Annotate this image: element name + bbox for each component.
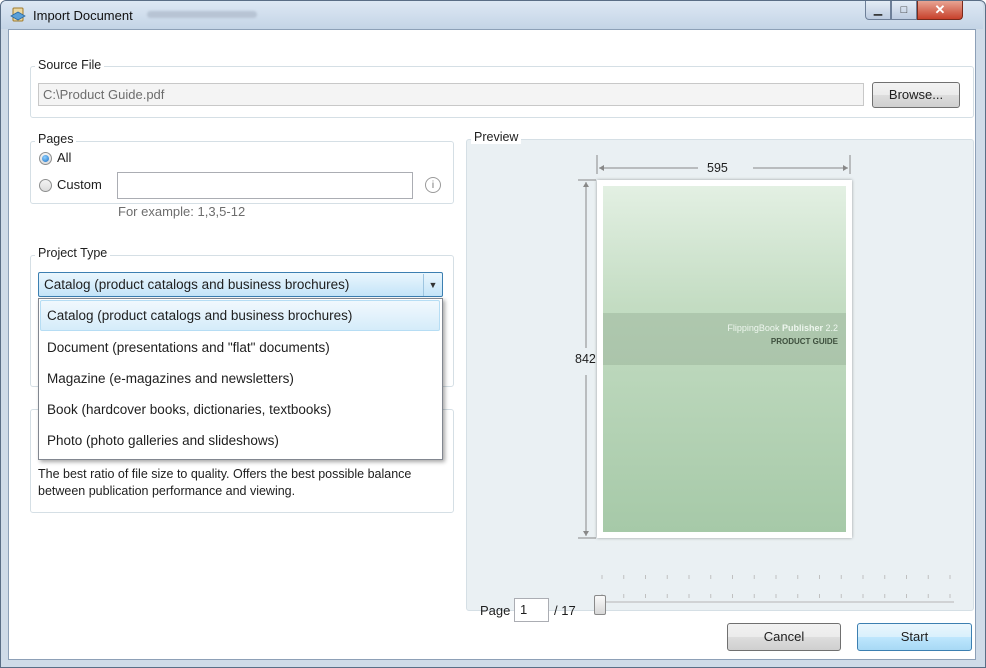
project-type-option-catalog[interactable]: Catalog (product catalogs and business b… <box>40 300 440 331</box>
page-label: Page <box>480 603 511 618</box>
page-number-input[interactable]: 1 <box>514 598 549 622</box>
info-icon[interactable]: i <box>425 177 441 193</box>
project-type-combobox[interactable]: Catalog (product catalogs and business b… <box>38 272 443 297</box>
app-icon <box>10 7 26 23</box>
start-button[interactable]: Start <box>857 623 972 651</box>
pages-example-hint: For example: 1,3,5-12 <box>118 204 246 219</box>
page-total: / 17 <box>554 603 576 618</box>
chevron-down-icon[interactable]: ▼ <box>423 274 442 296</box>
page-slider[interactable] <box>594 569 956 615</box>
cover-brand: FlippingBook Publisher 2.2 <box>727 323 838 333</box>
project-type-option-document[interactable]: Document (presentations and "flat" docum… <box>40 332 440 363</box>
source-file-legend: Source File <box>35 58 105 72</box>
project-type-dropdown-list: Catalog (product catalogs and business b… <box>38 298 443 460</box>
close-icon: ✕ <box>934 2 946 17</box>
custom-pages-input[interactable] <box>117 172 413 199</box>
pages-custom-radio[interactable] <box>39 179 52 192</box>
minimize-button[interactable]: ▁ <box>865 1 891 20</box>
title-bar[interactable]: Import Document <box>1 1 983 29</box>
preview-width-label: 595 <box>707 161 728 175</box>
pages-custom-label[interactable]: Custom <box>57 177 102 192</box>
project-type-selected-value: Catalog (product catalogs and business b… <box>44 277 350 292</box>
pages-all-radio[interactable] <box>39 152 52 165</box>
preview-page-thumbnail: FlippingBook Publisher 2.2 PRODUCT GUIDE <box>597 180 852 538</box>
minimize-icon: ▁ <box>873 4 883 16</box>
cancel-button[interactable]: Cancel <box>727 623 841 651</box>
pages-legend: Pages <box>35 132 77 146</box>
blurred-title-suffix <box>147 11 257 18</box>
cover-title-band: FlippingBook Publisher 2.2 PRODUCT GUIDE <box>603 313 846 365</box>
cover-subtitle: PRODUCT GUIDE <box>770 337 838 346</box>
preview-height-label: 842 <box>575 352 596 366</box>
source-file-path-field[interactable]: C:\Product Guide.pdf <box>38 83 864 106</box>
project-type-legend: Project Type <box>35 246 111 260</box>
slider-ticks <box>598 575 954 603</box>
project-type-option-book[interactable]: Book (hardcover books, dictionaries, tex… <box>40 394 440 425</box>
pages-all-label[interactable]: All <box>57 150 71 165</box>
project-type-option-photo[interactable]: Photo (photo galleries and slideshows) <box>40 425 440 456</box>
close-button[interactable]: ✕ <box>917 1 963 20</box>
window-title: Import Document <box>33 8 133 23</box>
browse-button[interactable]: Browse... <box>872 82 960 108</box>
maximize-icon: □ <box>900 4 908 16</box>
quality-description: The best ratio of file size to quality. … <box>38 467 412 498</box>
project-type-option-magazine[interactable]: Magazine (e-magazines and newsletters) <box>40 363 440 394</box>
slider-thumb[interactable] <box>594 595 606 615</box>
maximize-button[interactable]: □ <box>891 1 917 20</box>
preview-legend: Preview <box>471 130 522 144</box>
